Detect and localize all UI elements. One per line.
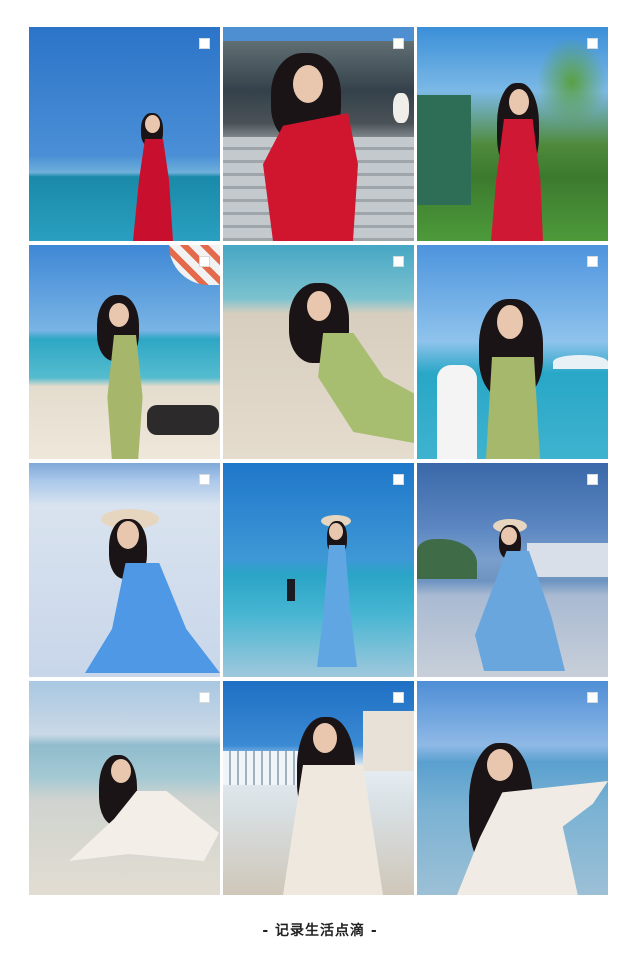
checkbox-icon[interactable] — [393, 474, 404, 485]
beach-hat-blue-dress-photo — [29, 463, 220, 677]
checkbox-icon[interactable] — [199, 692, 210, 703]
checkbox-icon[interactable] — [587, 692, 598, 703]
pier-green-dress-photo — [417, 245, 608, 459]
photo-tile[interactable] — [417, 681, 608, 895]
photo-tile[interactable] — [223, 463, 414, 677]
checkbox-icon[interactable] — [393, 256, 404, 267]
photo-tile[interactable] — [417, 245, 608, 459]
photo-tile[interactable] — [417, 27, 608, 241]
photo-tile[interactable] — [223, 681, 414, 895]
resort-poolside-white-outfit-photo — [223, 681, 414, 895]
checkbox-icon[interactable] — [199, 38, 210, 49]
shoreline-blue-dress-photo — [223, 463, 414, 677]
photo-tile[interactable] — [223, 245, 414, 459]
beach-red-dress-photo — [29, 27, 220, 241]
checkbox-icon[interactable] — [587, 38, 598, 49]
photo-tile[interactable] — [29, 245, 220, 459]
checkbox-icon[interactable] — [199, 474, 210, 485]
photo-tile[interactable] — [29, 27, 220, 241]
photo-tile[interactable] — [223, 27, 414, 241]
garden-palms-red-dress-photo — [417, 27, 608, 241]
evening-beach-blue-dress-photo — [417, 463, 608, 677]
checkbox-icon[interactable] — [587, 474, 598, 485]
photo-grid — [29, 27, 609, 895]
rocky-shore-white-outfit-photo — [29, 681, 220, 895]
photo-tile[interactable] — [29, 681, 220, 895]
beach-umbrella-green-dress-photo — [29, 245, 220, 459]
photo-collage-page: - 记录生活点滴 - — [0, 0, 640, 960]
photo-tile[interactable] — [29, 463, 220, 677]
resort-steps-red-dress-photo — [223, 27, 414, 241]
sand-lounging-green-dress-photo — [223, 245, 414, 459]
seaside-white-outfit-photo — [417, 681, 608, 895]
checkbox-icon[interactable] — [393, 692, 404, 703]
photo-tile[interactable] — [417, 463, 608, 677]
collage-caption: - 记录生活点滴 - — [262, 923, 378, 939]
checkbox-icon[interactable] — [587, 256, 598, 267]
checkbox-icon[interactable] — [393, 38, 404, 49]
checkbox-icon[interactable] — [199, 256, 210, 267]
